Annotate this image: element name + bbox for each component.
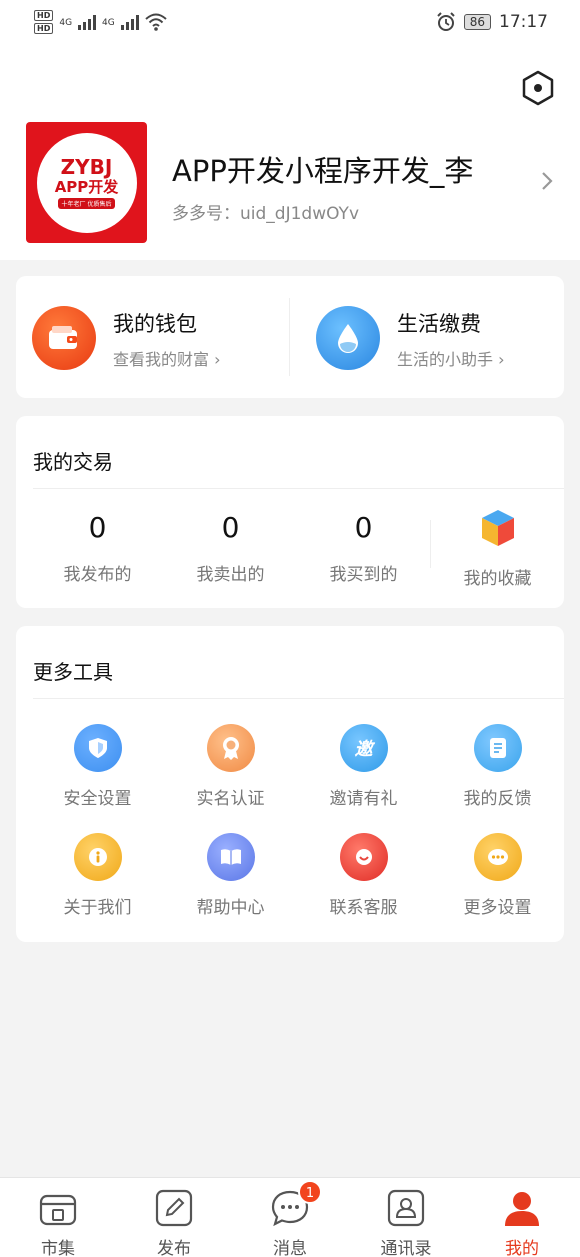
alarm-icon (437, 12, 455, 31)
tab-label: 消息 (273, 1239, 307, 1257)
invite-icon: 邀 (339, 724, 388, 772)
stat-label: 我的收藏 (463, 569, 532, 589)
stat-bought[interactable]: 0 我买到的 (297, 508, 430, 585)
stat-label: 我买到的 (329, 565, 398, 585)
tool-label: 帮助中心 (196, 898, 265, 918)
tab-mine[interactable]: 我的 (464, 1188, 580, 1257)
stat-favorites[interactable]: 我的收藏 (431, 508, 564, 589)
hd-badges: HD HD (34, 10, 54, 34)
tool-service[interactable]: 联系客服 (297, 833, 430, 918)
tool-feedback[interactable]: 我的反馈 (431, 724, 564, 809)
cube-icon (481, 510, 514, 546)
tool-label: 关于我们 (63, 898, 132, 918)
status-bar: HD HD 4G 4G 86 17:17 (0, 0, 580, 44)
tool-verify[interactable]: 实名认证 (164, 724, 297, 809)
logo-slogan: 十年老厂 优质售后 (57, 198, 116, 209)
network-label: 4G (59, 18, 73, 28)
unread-badge: 1 (298, 1180, 322, 1204)
signal-icon (120, 14, 139, 30)
profile-header[interactable]: ZYBJ APP开发 十年老厂 优质售后 APP开发小程序开发_李 多多号：ui… (0, 44, 580, 260)
wifi-icon (145, 13, 167, 31)
stat-value: 0 (88, 511, 107, 544)
network-label: 4G (102, 18, 115, 28)
chevron-right-icon: › (214, 350, 221, 369)
stat-value: 0 (221, 511, 240, 544)
status-right: 86 17:17 (436, 12, 548, 32)
user-id-value: uid_dJ1dwOYv (240, 204, 359, 224)
tool-security[interactable]: 安全设置 (31, 724, 164, 809)
stat-label: 我发布的 (63, 565, 132, 585)
shield-icon (73, 724, 122, 772)
logo-text: APP开发 (54, 178, 119, 196)
book-icon (206, 833, 255, 881)
wallet-title: 我的钱包 (113, 312, 197, 336)
logo-badge: ZYBJ APP开发 十年老厂 优质售后 (36, 132, 137, 233)
hd-icon: HD (34, 23, 54, 34)
tools-card: 更多工具 安全设置 实名认证 邀 邀请有礼 我的反馈 关于我们 帮助中心 联系客… (16, 626, 564, 942)
wallet-subtitle-text: 查看我的财富 (113, 350, 210, 369)
tool-invite[interactable]: 邀 邀请有礼 (297, 724, 430, 809)
tool-label: 更多设置 (463, 898, 532, 918)
tool-label: 实名认证 (196, 789, 265, 809)
stat-label: 我卖出的 (196, 565, 265, 585)
tab-label: 发布 (157, 1239, 191, 1257)
chevron-right-icon[interactable] (540, 170, 554, 192)
bills-title: 生活缴费 (397, 312, 481, 336)
wallet-subtitle: 查看我的财富 › (113, 346, 221, 370)
stat-value: 0 (354, 511, 373, 544)
divider (33, 698, 564, 699)
service-icon (339, 833, 388, 881)
tool-more[interactable]: 更多设置 (431, 833, 564, 918)
hd-icon: HD (34, 10, 54, 21)
divider (33, 488, 564, 489)
clock: 17:17 (499, 12, 548, 32)
more-icon (473, 833, 522, 881)
status-left: HD HD 4G 4G (34, 10, 167, 34)
tool-help[interactable]: 帮助中心 (164, 833, 297, 918)
tab-messages[interactable]: 1 消息 (232, 1180, 348, 1257)
tool-label: 联系客服 (329, 898, 398, 918)
stat-sold[interactable]: 0 我卖出的 (164, 508, 297, 585)
tab-market[interactable]: 市集 (0, 1188, 116, 1257)
tab-contacts[interactable]: 通讯录 (348, 1188, 464, 1257)
edit-icon (155, 1189, 193, 1227)
tab-publish[interactable]: 发布 (116, 1188, 232, 1257)
contacts-icon (387, 1189, 425, 1227)
tab-label: 通讯录 (380, 1239, 432, 1257)
user-name: APP开发小程序开发_李 (172, 154, 474, 188)
market-icon (39, 1194, 77, 1226)
tools-title: 更多工具 (33, 660, 113, 684)
water-drop-icon (316, 306, 380, 370)
tool-label: 我的反馈 (463, 789, 532, 809)
tab-label: 市集 (41, 1239, 75, 1257)
tool-about[interactable]: 关于我们 (31, 833, 164, 918)
signal-icon (78, 14, 97, 30)
wallet-entry[interactable]: 我的钱包 查看我的财富 › (16, 276, 290, 398)
feedback-icon (473, 724, 522, 772)
info-icon (73, 833, 122, 881)
wallet-icon (32, 306, 96, 370)
logo-mark: ZYBJ (60, 155, 113, 179)
bills-subtitle-text: 生活的小助手 (397, 350, 494, 369)
trades-card: 我的交易 0 我发布的 0 我卖出的 0 我买到的 我的收藏 (16, 416, 564, 608)
battery-icon: 86 (463, 14, 491, 30)
bills-subtitle: 生活的小助手 › (397, 346, 505, 370)
profile-icon (505, 1192, 539, 1226)
avatar[interactable]: ZYBJ APP开发 十年老厂 优质售后 (26, 122, 147, 243)
tab-label: 我的 (505, 1239, 539, 1257)
divider (289, 298, 290, 376)
certificate-icon (206, 724, 255, 772)
tool-label: 安全设置 (63, 789, 132, 809)
user-id-label: 多多号： (172, 204, 240, 224)
tool-label: 邀请有礼 (329, 789, 398, 809)
settings-icon[interactable] (520, 70, 556, 106)
bills-entry[interactable]: 生活缴费 生活的小助手 › (300, 276, 574, 398)
user-id: 多多号：uid_dJ1dwOYv (172, 199, 359, 224)
wallet-card: 我的钱包 查看我的财富 › 生活缴费 生活的小助手 › (16, 276, 564, 398)
trades-title: 我的交易 (33, 450, 113, 474)
chevron-right-icon: › (498, 350, 505, 369)
stat-published[interactable]: 0 我发布的 (31, 508, 164, 585)
tab-bar: 市集 发布 1 消息 通讯录 我的 (0, 1177, 580, 1257)
